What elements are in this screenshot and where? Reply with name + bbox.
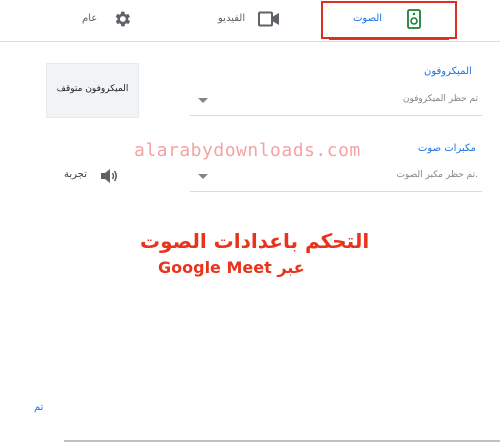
chevron-down-icon (198, 98, 208, 103)
watermark: alarabydownloads.com (134, 140, 361, 161)
microphone-select-underline (190, 115, 482, 116)
speakers-label: مكبرات صوت (418, 143, 476, 154)
tab-general-label: عام (82, 13, 98, 24)
speakers-select-underline (190, 191, 482, 192)
volume-icon (101, 169, 117, 183)
chevron-down-icon (198, 174, 208, 179)
video-camera-icon (258, 11, 279, 27)
overlay-subtitle: عبر Google Meet (158, 258, 305, 277)
test-speaker-label: تجربة (64, 169, 87, 180)
tab-video-label: الفيديو (218, 13, 246, 24)
tab-general[interactable]: عام (70, 0, 140, 41)
speakers-select-value: تم حظر مكبر الصوت. (396, 170, 478, 180)
gear-icon (115, 11, 131, 27)
overlay-title: التحكم باعدادات الصوت (140, 229, 370, 253)
microphone-select-value: تم حظر الميكروفون (402, 94, 478, 104)
microphone-status-button[interactable]: الميكروفون متوقف (46, 63, 139, 118)
done-button[interactable]: تم (34, 402, 43, 413)
speakers-select[interactable]: تم حظر مكبر الصوت. (190, 162, 482, 192)
settings-tab-bar: عام الفيديو الصوت (0, 0, 500, 42)
microphone-select[interactable]: تم حظر الميكروفون (190, 86, 482, 116)
microphone-status-label: الميكروفون متوقف (56, 84, 129, 94)
test-speaker-button[interactable]: تجربة (62, 165, 122, 187)
sound-tab-highlight (321, 1, 457, 39)
microphone-label: الميكروفون (424, 66, 472, 77)
tab-video[interactable]: الفيديو (200, 0, 290, 41)
